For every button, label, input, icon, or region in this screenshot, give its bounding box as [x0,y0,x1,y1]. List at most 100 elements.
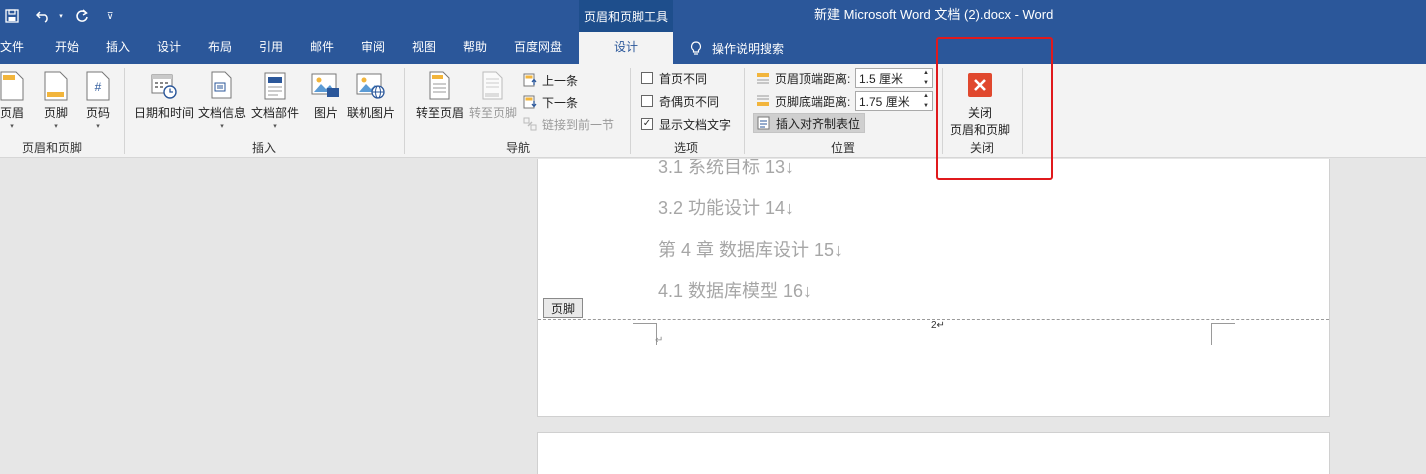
paragraph-mark: ↵ [655,335,664,346]
alignment-tab-icon [756,115,772,131]
online-pictures-button[interactable]: 联机图片 [347,70,395,121]
calendar-icon [148,70,180,102]
different-odd-even-checkbox[interactable]: 奇偶页不同 [641,91,719,111]
close-header-footer-button[interactable]: 关闭 页眉和页脚 [950,72,1010,138]
header-from-top-value: 1.5 厘米 [859,71,904,86]
show-document-text-checkbox[interactable]: ✓ 显示文档文字 [641,114,731,134]
group-label-insert: 插入 [252,141,277,155]
close-label-line2: 页眉和页脚 [950,123,1011,137]
previous-button[interactable]: 上一条 [522,70,578,90]
next-label: 下一条 [542,95,579,110]
quick-parts-button[interactable]: 文档部件 ▾ [251,70,299,131]
spinner-arrows-icon[interactable]: ▲ ▼ [920,92,932,110]
toc-entry[interactable]: 3.1 系统目标 13↓ [658,159,794,179]
previous-label: 上一条 [542,73,579,88]
title-bar: ▾ ⊽ 页眉和页脚工具 新建 Microsoft Word 文档 (2).doc… [0,0,1426,32]
tab-references[interactable]: 引用 [259,32,283,64]
footer-tag: 页脚 [543,298,583,318]
document-page[interactable] [537,432,1330,474]
customize-qat-icon[interactable]: ⊽ [98,4,122,28]
footer-page-icon [40,70,72,102]
show-document-text-label: 显示文档文字 [659,117,732,132]
quick-parts-label: 文档部件 [251,106,300,120]
save-icon[interactable] [0,4,24,28]
group-label-close: 关闭 [970,141,995,155]
group-separator [1022,68,1023,154]
ribbon-tabs: 文件 开始 插入 设计 布局 引用 邮件 审阅 视图 帮助 百度网盘 设计 操作… [0,32,1426,64]
document-info-dropdown-icon: ▾ [220,123,224,130]
toc-entry[interactable]: 3.2 功能设计 14↓ [658,194,794,220]
different-first-page-checkbox[interactable]: 首页不同 [641,68,707,88]
footer-page-number[interactable]: 2↵ [931,320,945,331]
tab-help[interactable]: 帮助 [463,32,487,64]
goto-footer-label: 转至页脚 [469,106,518,120]
svg-text:#: # [95,80,102,94]
insert-alignment-tab-label: 插入对齐制表位 [776,116,861,131]
context-tab-title: 页眉和页脚工具 [579,0,673,32]
page-number-button[interactable]: # 页码 ▾ [82,70,114,131]
tab-insert[interactable]: 插入 [106,32,130,64]
link-to-previous-label: 链接到前一节 [542,117,615,132]
group-separator [124,68,125,154]
checkbox-box [641,95,653,107]
tab-layout[interactable]: 布局 [208,32,232,64]
online-picture-icon [355,70,387,102]
next-button[interactable]: 下一条 [522,92,578,112]
document-canvas[interactable]: 3.1 系统目标 13↓ 3.2 功能设计 14↓ 第 4 章 数据库设计 15… [0,159,1426,474]
pictures-button[interactable]: 图片 [310,70,342,121]
spinner-arrows-icon[interactable]: ▲ ▼ [920,69,932,87]
document-title: 新建 Microsoft Word 文档 (2).docx - Word [814,7,1054,22]
page-number-label: 页码 [85,106,110,120]
different-odd-even-label: 奇偶页不同 [659,94,720,109]
date-time-button[interactable]: 日期和时间 [134,70,194,121]
document-page[interactable]: 3.1 系统目标 13↓ 3.2 功能设计 14↓ 第 4 章 数据库设计 15… [537,159,1330,417]
close-icon [967,72,993,98]
link-to-previous-button[interactable]: 链接到前一节 [522,114,614,134]
goto-header-button[interactable]: 转至页眉 [416,70,464,121]
tab-review[interactable]: 审阅 [361,32,385,64]
tab-file[interactable]: 文件 [0,32,24,64]
pictures-label: 图片 [313,106,338,120]
tab-design[interactable]: 设计 [157,32,181,64]
group-label-options: 选项 [674,141,699,155]
footer-position-icon [755,93,771,109]
lightbulb-icon [690,40,702,55]
group-label-position: 位置 [831,141,856,155]
quick-parts-icon [259,70,291,102]
undo-icon[interactable] [32,4,56,28]
toc-entry[interactable]: 第 4 章 数据库设计 15↓ [658,236,843,262]
page-number-icon: # [82,70,114,102]
footer-from-bottom-label-row: 页脚底端距离: [755,91,850,111]
goto-header-icon [424,70,456,102]
goto-footer-button[interactable]: 转至页脚 [469,70,517,121]
footer-button[interactable]: 页脚 ▾ [40,70,72,131]
different-first-page-label: 首页不同 [659,71,708,86]
tab-baidu-netdisk[interactable]: 百度网盘 [514,32,562,64]
header-from-top-label: 页眉顶端距离: [775,71,851,86]
margin-corner-mark [633,323,657,345]
footer-from-bottom-spinner[interactable]: 1.75 厘米 ▲ ▼ [855,91,933,111]
undo-dropdown-icon[interactable]: ▾ [56,4,66,28]
insert-alignment-tab-button[interactable]: 插入对齐制表位 [753,113,866,133]
ribbon-header-footer-design: 页眉 ▾ 页脚 ▾ # 页码 ▾ 页眉和页脚 日期和时间 文档信息 ▾ 文档部件 [0,64,1426,158]
toc-entry[interactable]: 4.1 数据库模型 16↓ [658,277,812,303]
header-button[interactable]: 页眉 ▾ [0,70,28,131]
date-time-label: 日期和时间 [134,106,195,120]
header-page-icon [0,70,28,102]
close-label-line1: 关闭 [968,106,993,120]
tab-home[interactable]: 开始 [55,32,79,64]
document-info-button[interactable]: 文档信息 ▾ [198,70,246,131]
header-from-top-spinner[interactable]: 1.5 厘米 ▲ ▼ [855,68,933,88]
header-label: 页眉 [0,106,24,120]
quick-access-toolbar: ▾ ⊽ [0,0,122,32]
goto-footer-icon [477,70,509,102]
checkmark-icon: ✓ [641,118,653,130]
redo-icon[interactable] [70,4,94,28]
page-number-dropdown-icon: ▾ [96,123,100,130]
tab-header-footer-design[interactable]: 设计 [579,32,673,64]
tab-view[interactable]: 视图 [412,32,436,64]
tell-me-label: 操作说明搜索 [712,41,785,56]
footer-dropdown-icon: ▾ [54,123,58,130]
tell-me-search[interactable]: 操作说明搜索 [690,32,784,64]
tab-mailings[interactable]: 邮件 [310,32,334,64]
